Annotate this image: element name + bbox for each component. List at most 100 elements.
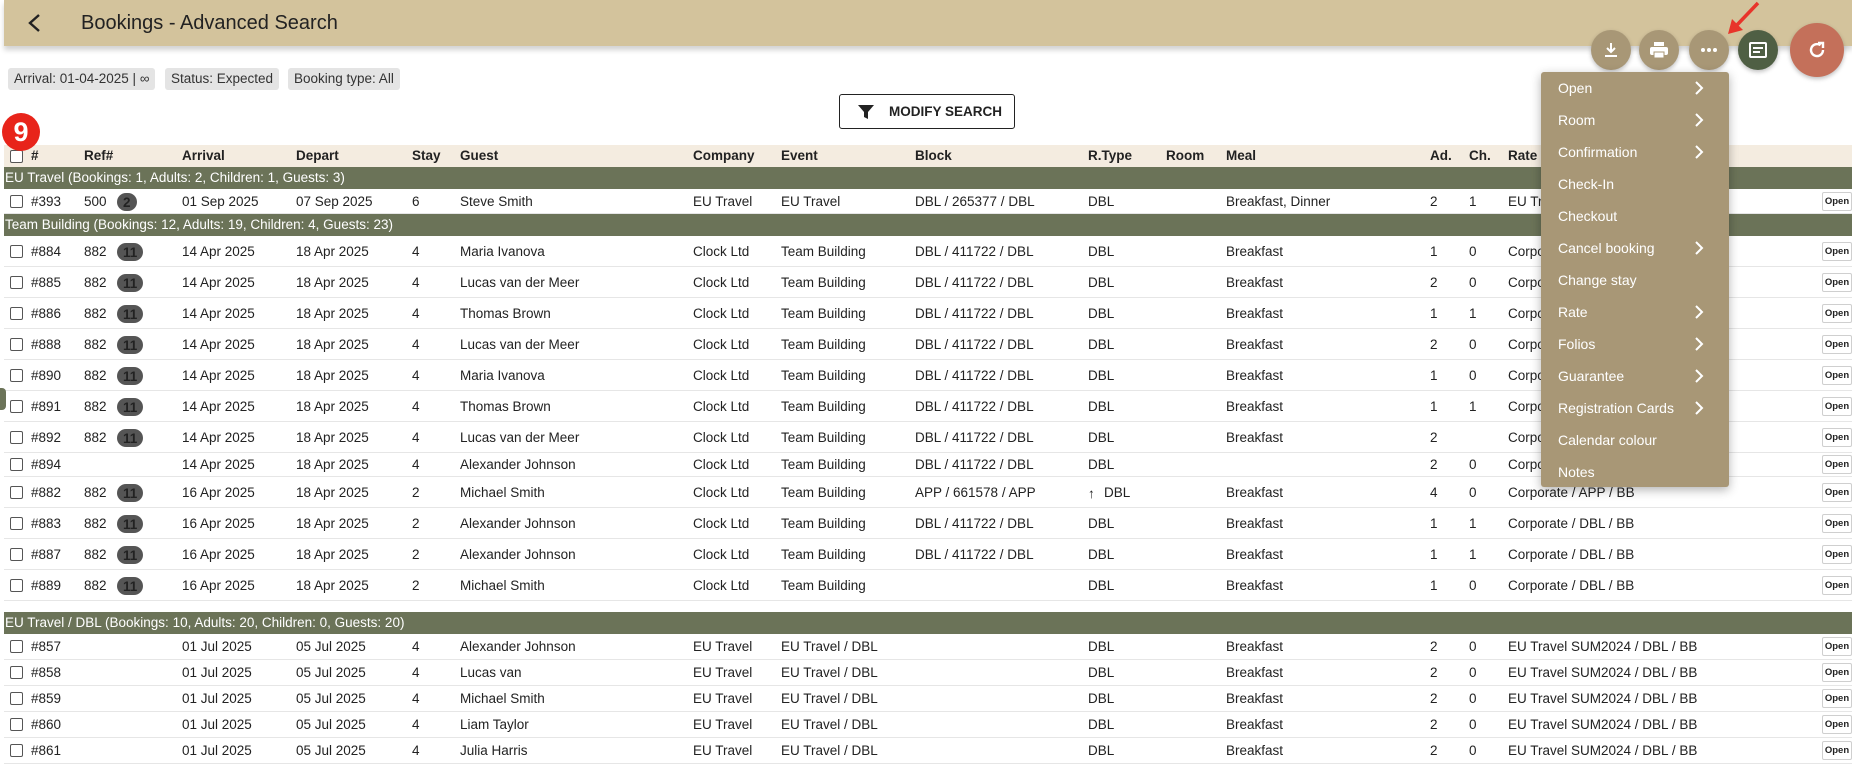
- open-button[interactable]: Open: [1822, 242, 1852, 261]
- menu-item-folios[interactable]: Folios: [1541, 328, 1729, 360]
- row-checkbox[interactable]: [10, 245, 23, 258]
- cell-company: Clock Ltd: [693, 275, 750, 290]
- row-checkbox[interactable]: [10, 400, 23, 413]
- side-panel-handle[interactable]: [0, 388, 6, 410]
- table-row[interactable]: #889 882 16 Apr 2025 18 Apr 2025 2 Michael Sm…: [4, 570, 1852, 601]
- open-button[interactable]: Open: [1822, 397, 1852, 416]
- group-header[interactable]: EU Travel / DBL (Bookings: 10, Adults: 2…: [4, 612, 1852, 634]
- cell-event: Team Building: [781, 306, 866, 321]
- open-button[interactable]: Open: [1822, 455, 1852, 474]
- download-button[interactable]: [1591, 30, 1631, 70]
- cell-num: #883: [31, 516, 62, 531]
- menu-item-checkout[interactable]: Checkout: [1541, 200, 1729, 232]
- row-checkbox[interactable]: [10, 486, 23, 499]
- table-row[interactable]: #859 01 Jul 2025 05 Jul 2025 4 Michael Smith…: [4, 686, 1852, 712]
- cell-adults: 2: [1430, 639, 1438, 654]
- row-checkbox[interactable]: [10, 640, 23, 653]
- row-checkbox[interactable]: [10, 195, 23, 208]
- open-button[interactable]: Open: [1822, 689, 1852, 708]
- col-depart[interactable]: Depart: [296, 148, 339, 163]
- row-checkbox[interactable]: [10, 338, 23, 351]
- menu-item-notes[interactable]: Notes: [1541, 456, 1729, 488]
- menu-item-calendar-colour[interactable]: Calendar colour: [1541, 424, 1729, 456]
- open-button[interactable]: Open: [1822, 741, 1852, 760]
- cell-meal: Breakfast: [1226, 399, 1284, 414]
- menu-item-cancel-booking[interactable]: Cancel booking: [1541, 232, 1729, 264]
- col-meal[interactable]: Meal: [1226, 148, 1256, 163]
- col-ref[interactable]: Ref#: [84, 148, 113, 163]
- open-button[interactable]: Open: [1822, 483, 1852, 502]
- row-checkbox[interactable]: [10, 548, 23, 561]
- group-count-badge: 2: [117, 193, 137, 211]
- print-button[interactable]: [1639, 30, 1679, 70]
- col-rtype[interactable]: R.Type: [1088, 148, 1132, 163]
- cell-depart: 05 Jul 2025: [296, 691, 366, 706]
- row-checkbox[interactable]: [10, 307, 23, 320]
- row-checkbox[interactable]: [10, 431, 23, 444]
- cell-event: Team Building: [781, 337, 866, 352]
- col-rate[interactable]: Rate: [1508, 148, 1537, 163]
- col-adults[interactable]: Ad.: [1430, 148, 1452, 163]
- row-checkbox[interactable]: [10, 369, 23, 382]
- row-checkbox[interactable]: [10, 517, 23, 530]
- row-checkbox[interactable]: [10, 579, 23, 592]
- cell-event: EU Travel / DBL: [781, 691, 878, 706]
- filter-chip-status[interactable]: Status: Expected: [165, 68, 280, 90]
- open-button[interactable]: Open: [1822, 335, 1852, 354]
- cell-depart: 18 Apr 2025: [296, 547, 369, 562]
- row-checkbox[interactable]: [10, 276, 23, 289]
- table-row[interactable]: #887 882 16 Apr 2025 18 Apr 2025 2 Alexander …: [4, 539, 1852, 570]
- row-checkbox[interactable]: [10, 692, 23, 705]
- open-button[interactable]: Open: [1822, 366, 1852, 385]
- col-arrival[interactable]: Arrival: [182, 148, 225, 163]
- row-checkbox[interactable]: [10, 744, 23, 757]
- cell-block: DBL / 411722 / DBL: [915, 306, 1034, 321]
- col-room[interactable]: Room: [1166, 148, 1204, 163]
- table-row[interactable]: #861 01 Jul 2025 05 Jul 2025 4 Julia Harris E…: [4, 738, 1852, 764]
- menu-item-check-in[interactable]: Check-In: [1541, 168, 1729, 200]
- table-row[interactable]: #860 01 Jul 2025 05 Jul 2025 4 Liam Taylor EU…: [4, 712, 1852, 738]
- table-row[interactable]: #857 01 Jul 2025 05 Jul 2025 4 Alexander Joh…: [4, 634, 1852, 660]
- table-row[interactable]: #883 882 16 Apr 2025 18 Apr 2025 2 Alexander …: [4, 508, 1852, 539]
- col-block[interactable]: Block: [915, 148, 952, 163]
- select-all-checkbox[interactable]: [10, 150, 23, 163]
- filter-chip-arrival[interactable]: Arrival: 01-04-2025 | ∞: [8, 68, 156, 90]
- open-button[interactable]: Open: [1822, 715, 1852, 734]
- menu-item-registration-cards[interactable]: Registration Cards: [1541, 392, 1729, 424]
- open-button[interactable]: Open: [1822, 663, 1852, 682]
- open-button[interactable]: Open: [1822, 637, 1852, 656]
- col-stay[interactable]: Stay: [412, 148, 441, 163]
- filter-chip-booking-type[interactable]: Booking type: All: [288, 68, 400, 90]
- cell-children: 0: [1469, 485, 1477, 500]
- cell-arrival: 01 Jul 2025: [182, 743, 252, 758]
- menu-item-confirmation[interactable]: Confirmation: [1541, 136, 1729, 168]
- menu-item-room[interactable]: Room: [1541, 104, 1729, 136]
- cell-event: Team Building: [781, 578, 866, 593]
- row-checkbox[interactable]: [10, 718, 23, 731]
- open-button[interactable]: Open: [1822, 304, 1852, 323]
- open-button[interactable]: Open: [1822, 545, 1852, 564]
- menu-item-guarantee[interactable]: Guarantee: [1541, 360, 1729, 392]
- table-row[interactable]: #858 01 Jul 2025 05 Jul 2025 4 Lucas van EU T…: [4, 660, 1852, 686]
- modify-search-button[interactable]: MODIFY SEARCH: [839, 94, 1015, 129]
- col-children[interactable]: Ch.: [1469, 148, 1491, 163]
- cell-num: #884: [31, 244, 62, 259]
- menu-item-open[interactable]: Open: [1541, 72, 1729, 104]
- col-company[interactable]: Company: [693, 148, 755, 163]
- back-button[interactable]: [24, 12, 46, 34]
- open-button[interactable]: Open: [1822, 273, 1852, 292]
- open-button[interactable]: Open: [1822, 576, 1852, 595]
- col-num[interactable]: #: [31, 148, 39, 163]
- row-checkbox[interactable]: [10, 666, 23, 679]
- refresh-button[interactable]: [1790, 23, 1844, 77]
- menu-item-change-stay[interactable]: Change stay: [1541, 264, 1729, 296]
- menu-item-rate[interactable]: Rate: [1541, 296, 1729, 328]
- col-guest[interactable]: Guest: [460, 148, 498, 163]
- col-event[interactable]: Event: [781, 148, 818, 163]
- open-button[interactable]: Open: [1822, 514, 1852, 533]
- cell-ref: 882: [84, 485, 107, 500]
- open-button[interactable]: Open: [1822, 428, 1852, 447]
- cell-guest: Lucas van: [460, 665, 522, 680]
- open-button[interactable]: Open: [1822, 192, 1852, 211]
- row-checkbox[interactable]: [10, 458, 23, 471]
